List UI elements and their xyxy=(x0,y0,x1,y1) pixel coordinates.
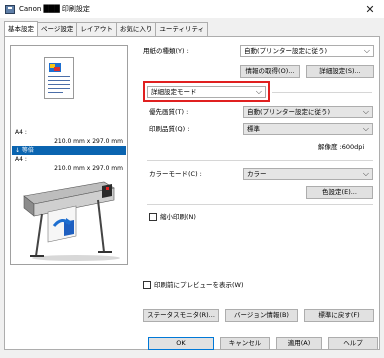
group-divider xyxy=(147,204,373,205)
chevron-down-icon: ⌵ xyxy=(362,169,369,178)
output-paper-size: 210.0 mm x 297.0 mm xyxy=(54,165,123,172)
mode-select[interactable]: 詳細設定モード ⌵ xyxy=(147,86,266,98)
chevron-down-icon: ⌵ xyxy=(363,46,370,55)
tab-basic-settings[interactable]: 基本設定 xyxy=(4,21,38,36)
output-paper-label: A4 : xyxy=(15,156,27,163)
tab-favorites[interactable]: お気に入り xyxy=(115,22,157,36)
tab-utility[interactable]: ユーティリティ xyxy=(155,22,209,36)
quality-value: 標準 xyxy=(247,125,260,133)
tab-layout[interactable]: レイアウト xyxy=(76,22,117,36)
version-info-button[interactable]: バージョン情報(B) xyxy=(225,309,298,322)
status-monitor-button[interactable]: ステータスモニタ(R)... xyxy=(143,309,219,322)
quality-label: 印刷品質(Q) : xyxy=(149,125,190,133)
printer-illustration xyxy=(23,181,120,261)
title-bar: Canon ███ 印刷設定 ✕ xyxy=(0,0,384,18)
priority-value: 自動(プリンター設定に従う) xyxy=(247,108,331,116)
media-type-value: 自動(プリンター設定に従う) xyxy=(244,47,328,55)
chevron-down-icon: ⌵ xyxy=(362,107,369,116)
preview-before-print-checkbox[interactable] xyxy=(143,281,151,289)
ok-button[interactable]: OK xyxy=(148,337,214,350)
color-mode-value: カラー xyxy=(247,170,267,178)
shrink-print-label: 縮小印刷(N) xyxy=(160,213,196,221)
window-title: Canon ███ 印刷設定 xyxy=(19,5,90,13)
photo-icon xyxy=(49,63,61,72)
chevron-down-icon: ⌵ xyxy=(362,124,369,133)
help-button[interactable]: ヘルプ xyxy=(328,337,378,350)
tab-strip: 基本設定 ページ設定 レイアウト お気に入り ユーティリティ xyxy=(4,21,209,36)
input-paper-size: 210.0 mm x 297.0 mm xyxy=(54,138,123,145)
printer-app-icon xyxy=(5,4,15,14)
group-divider xyxy=(147,160,373,161)
tab-page-setup[interactable]: ページ設定 xyxy=(37,22,78,36)
quality-select[interactable]: 標準 ⌵ xyxy=(243,123,373,135)
restore-defaults-button[interactable]: 標準に戻す(F) xyxy=(304,309,374,322)
color-settings-button[interactable]: 色設定(E)... xyxy=(306,186,373,199)
media-type-label: 用紙の種類(Y) : xyxy=(143,47,189,55)
get-info-button[interactable]: 情報の取得(O)... xyxy=(240,65,300,78)
color-mode-label: カラーモード(C) : xyxy=(149,170,202,178)
priority-label: 優先画質(T) : xyxy=(149,108,189,116)
shrink-print-checkbox[interactable] xyxy=(149,213,157,221)
preview-before-print-label: 印刷前にプレビューを表示(W) xyxy=(154,281,244,289)
priority-select[interactable]: 自動(プリンター設定に従う) ⌵ xyxy=(243,106,373,118)
cancel-button[interactable]: キャンセル xyxy=(220,337,270,350)
paper-size-info: A4 : 210.0 mm x 297.0 mm ↓ 等倍 A4 : 210.0… xyxy=(12,128,126,172)
media-settings-button[interactable]: 詳細設定(S)... xyxy=(306,65,374,78)
page-preview-thumbnail xyxy=(44,57,74,99)
group-divider xyxy=(272,92,372,93)
input-paper-label: A4 : xyxy=(15,129,27,136)
chevron-down-icon: ⌵ xyxy=(255,87,262,96)
resolution-text: 解像度 :600dpi xyxy=(318,143,365,151)
scale-indicator: ↓ 等倍 xyxy=(12,146,126,155)
media-type-select[interactable]: 自動(プリンター設定に従う) ⌵ xyxy=(240,45,374,57)
mode-value: 詳細設定モード xyxy=(151,88,197,96)
color-mode-select[interactable]: カラー ⌵ xyxy=(243,168,373,180)
close-icon[interactable]: ✕ xyxy=(356,0,384,18)
apply-button[interactable]: 適用(A) xyxy=(276,337,322,350)
